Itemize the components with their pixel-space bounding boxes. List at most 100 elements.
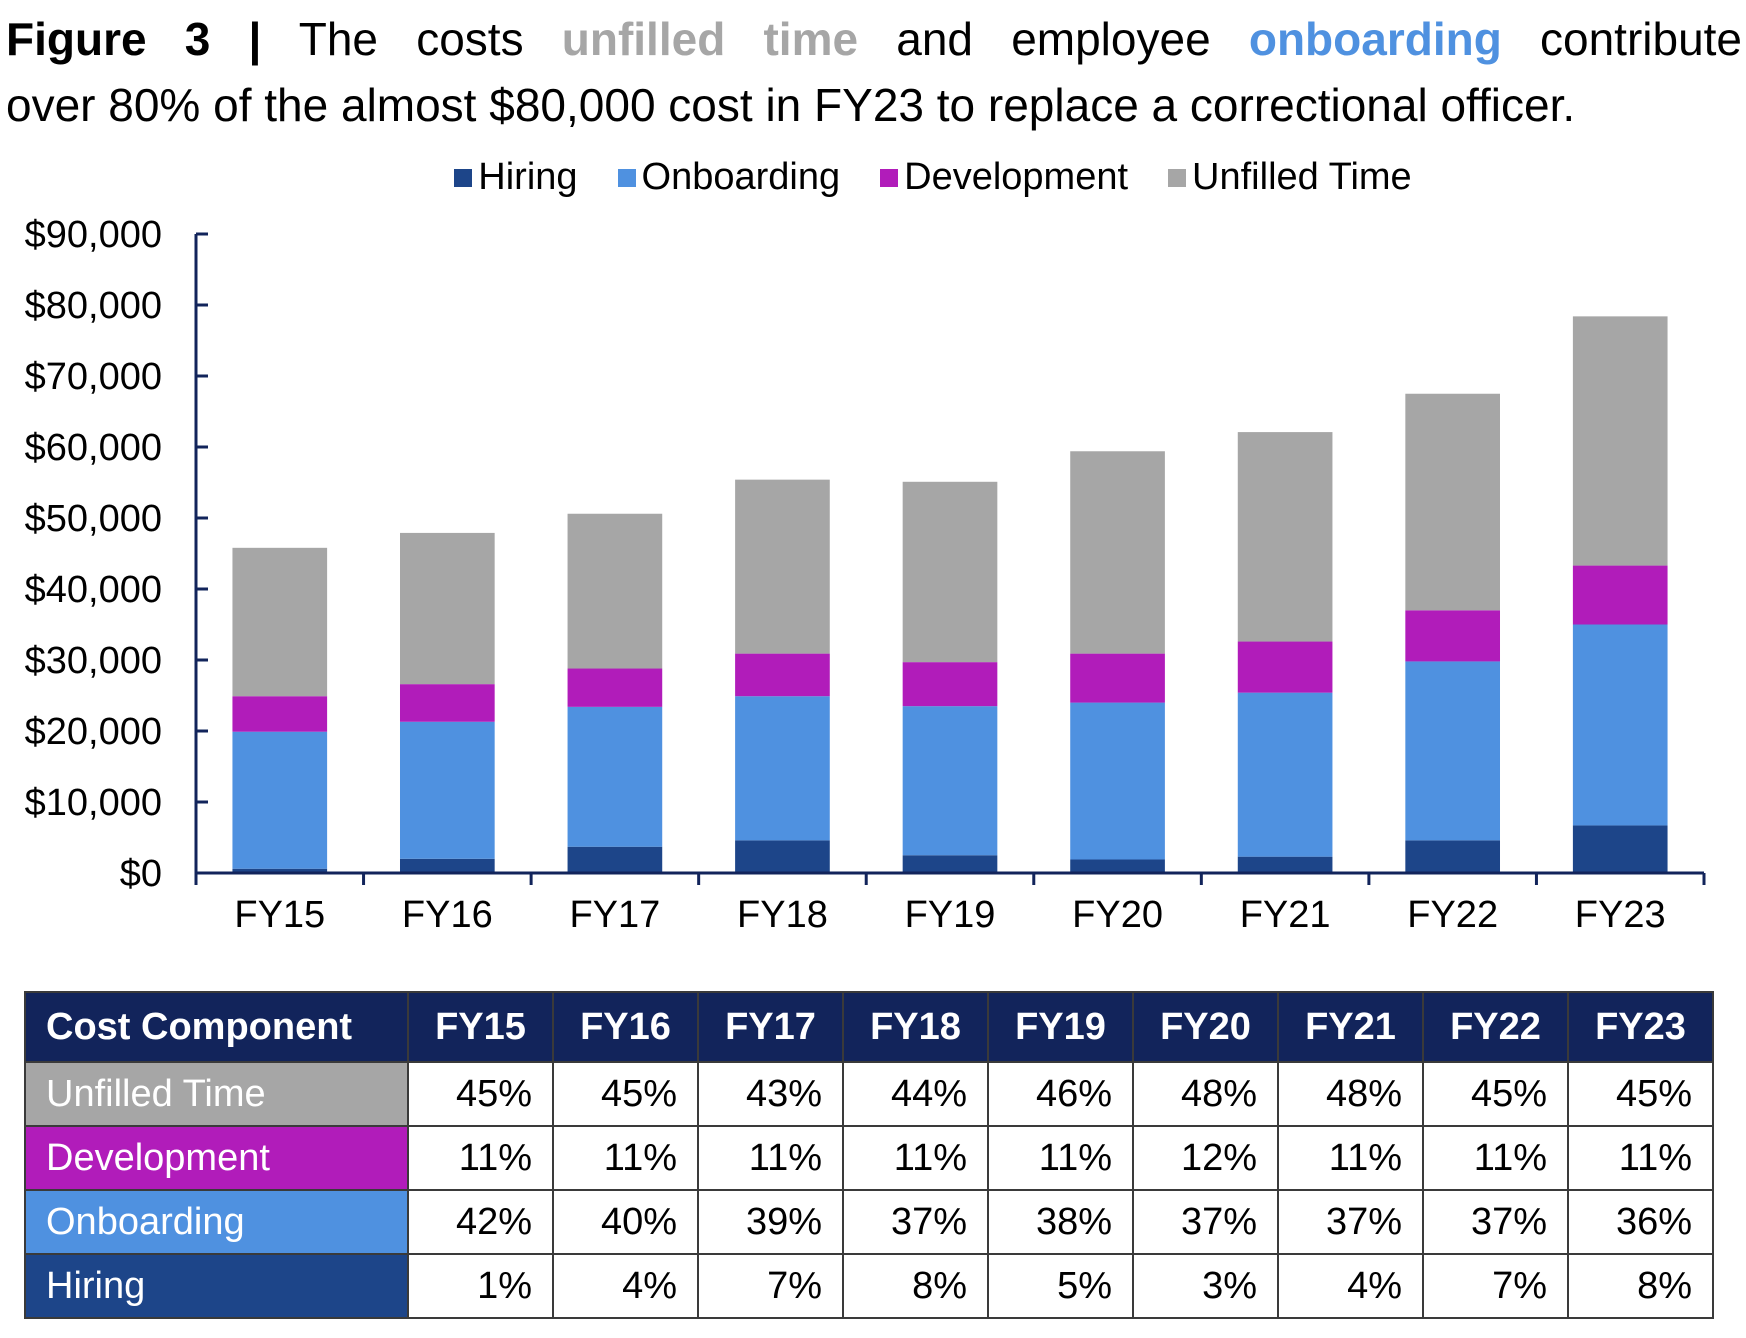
- table-row: Unfilled Time 45% 45% 43% 44% 46% 48% 48% 45% 45%: [24, 1061, 1714, 1127]
- table-header-year: FY23: [1567, 991, 1714, 1063]
- table-cell: 11%: [1277, 1125, 1424, 1191]
- table-cell: 4%: [552, 1253, 699, 1319]
- bar-segment-hiring: [735, 840, 830, 873]
- x-tick-label: FY19: [905, 894, 996, 936]
- table-header-year: FY15: [407, 991, 554, 1063]
- table-cell: 11%: [407, 1125, 554, 1191]
- x-tick-label: FY22: [1407, 894, 1498, 936]
- bar-segment-hiring: [1572, 825, 1668, 873]
- x-tick-label: FY15: [234, 894, 325, 936]
- table-cell: 5%: [987, 1253, 1134, 1319]
- bar-segment-unfilled-time: [902, 481, 998, 663]
- bar-segment-onboarding: [1070, 702, 1165, 860]
- y-tick-label: $60,000: [25, 427, 162, 469]
- x-tick-label: FY20: [1072, 894, 1163, 936]
- table-header-year: FY21: [1277, 991, 1424, 1063]
- bar-segment-unfilled-time: [232, 547, 328, 697]
- bar-segment-development: [1405, 610, 1501, 662]
- table-cell: 11%: [987, 1125, 1134, 1191]
- table-cell: 46%: [987, 1061, 1134, 1127]
- bar-segment-unfilled-time: [399, 532, 495, 685]
- table-cell: 11%: [1422, 1125, 1569, 1191]
- bar-segment-onboarding: [1237, 692, 1333, 857]
- row-label: Hiring: [24, 1253, 409, 1319]
- bar-segment-hiring: [1237, 856, 1333, 873]
- table-cell: 7%: [697, 1253, 844, 1319]
- bar-segment-development: [567, 668, 663, 707]
- table-row: Onboarding 42% 40% 39% 37% 38% 37% 37% 37% 36%: [24, 1189, 1714, 1255]
- bar-segment-unfilled-time: [1572, 316, 1668, 566]
- table-cell: 45%: [1567, 1061, 1714, 1127]
- bar-segment-development: [1237, 641, 1333, 693]
- bar-segment-onboarding: [1572, 624, 1668, 826]
- bar-segment-development: [1070, 653, 1165, 703]
- y-tick-label: $30,000: [25, 640, 162, 682]
- table-cell: 7%: [1422, 1253, 1569, 1319]
- table-cell: 42%: [407, 1189, 554, 1255]
- table-cell: 45%: [407, 1061, 554, 1127]
- bar-segment-onboarding: [735, 696, 830, 841]
- row-label: Unfilled Time: [24, 1061, 409, 1127]
- table-header-row: Cost Component FY15 FY16 FY17 FY18 FY19 FY20 FY…: [24, 991, 1714, 1063]
- bar-segment-development: [232, 696, 328, 732]
- table-cell: 38%: [987, 1189, 1134, 1255]
- table-cell: 39%: [697, 1189, 844, 1255]
- x-tick-label: FY18: [737, 894, 828, 936]
- row-label: Onboarding: [24, 1189, 409, 1255]
- table-cell: 45%: [1422, 1061, 1569, 1127]
- bar-segment-development: [902, 662, 998, 707]
- table-header-year: FY22: [1422, 991, 1569, 1063]
- table-cell: 44%: [842, 1061, 989, 1127]
- y-tick-label: $70,000: [25, 356, 162, 398]
- table-cell: 12%: [1132, 1125, 1279, 1191]
- y-tick-label: $10,000: [25, 782, 162, 824]
- x-tick-label: FY23: [1575, 894, 1666, 936]
- bar-segment-development: [735, 653, 830, 697]
- table-cell: 37%: [1132, 1189, 1279, 1255]
- table-header-component: Cost Component: [24, 991, 409, 1063]
- bar-segment-hiring: [567, 846, 663, 873]
- table-cell: 37%: [1277, 1189, 1424, 1255]
- figure-title: Figure 3 | The costs unfilled time and e…: [6, 6, 1742, 138]
- table-cell: 3%: [1132, 1253, 1279, 1319]
- y-tick-label: $80,000: [25, 285, 162, 327]
- title-text: The costs: [298, 13, 524, 65]
- table-cell: 11%: [552, 1125, 699, 1191]
- title-text: and employee: [896, 13, 1211, 65]
- y-tick-label: $0: [120, 853, 162, 895]
- bar-segment-onboarding: [567, 706, 663, 847]
- table-header-year: FY20: [1132, 991, 1279, 1063]
- bar-segment-onboarding: [399, 721, 495, 859]
- title-highlight-onboarding: onboarding: [1248, 13, 1502, 65]
- bar-segment-hiring: [399, 858, 495, 873]
- table-header-year: FY17: [697, 991, 844, 1063]
- table-header-year: FY18: [842, 991, 989, 1063]
- title-highlight-unfilled: unfilled time: [561, 13, 859, 65]
- table-cell: 8%: [842, 1253, 989, 1319]
- x-tick-label: FY16: [402, 894, 493, 936]
- table-cell: 40%: [552, 1189, 699, 1255]
- table-cell: 48%: [1132, 1061, 1279, 1127]
- title-line-2: over 80% of the almost $80,000 cost in F…: [6, 79, 1576, 131]
- cost-component-table: Cost Component FY15 FY16 FY17 FY18 FY19 FY20 FY…: [24, 991, 1714, 1319]
- y-tick-label: $50,000: [25, 498, 162, 540]
- bar-segment-hiring: [1405, 840, 1501, 873]
- bar-segment-development: [399, 684, 495, 722]
- table-header-year: FY19: [987, 991, 1134, 1063]
- bar-segment-hiring: [1070, 859, 1165, 873]
- table-cell: 11%: [697, 1125, 844, 1191]
- table-cell: 1%: [407, 1253, 554, 1319]
- row-label: Development: [24, 1125, 409, 1191]
- x-tick-label: FY17: [569, 894, 660, 936]
- table-cell: 37%: [842, 1189, 989, 1255]
- table-row: Development 11% 11% 11% 11% 11% 12% 11% 11% 11%: [24, 1125, 1714, 1191]
- bar-segment-unfilled-time: [735, 479, 830, 654]
- bar-segment-unfilled-time: [1070, 451, 1165, 654]
- title-text: contribute: [1540, 13, 1743, 65]
- table-row: Hiring 1% 4% 7% 8% 5% 3% 4% 7% 8%: [24, 1253, 1714, 1319]
- x-tick-label: FY21: [1240, 894, 1331, 936]
- table-cell: 4%: [1277, 1253, 1424, 1319]
- bar-segment-onboarding: [902, 706, 998, 856]
- figure-label: Figure 3 |: [6, 13, 262, 65]
- bar-segment-hiring: [902, 855, 998, 873]
